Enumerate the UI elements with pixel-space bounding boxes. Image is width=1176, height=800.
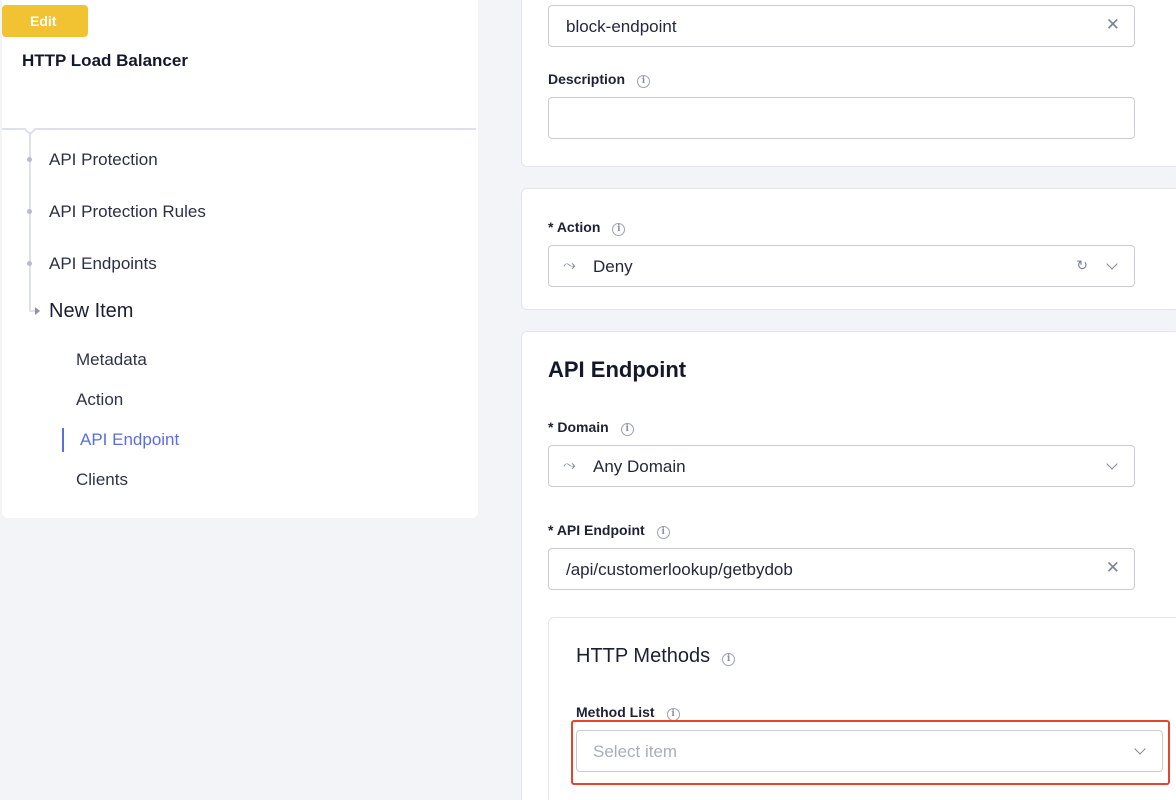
nav-bullet (27, 209, 32, 214)
api-endpoint-label: * API Endpoint i (548, 522, 670, 539)
name-field-value: block-endpoint (566, 17, 677, 36)
info-icon[interactable]: i (620, 423, 634, 436)
action-select-value: Deny (593, 257, 633, 276)
action-select[interactable]: ⤳ Deny ↻ (548, 245, 1135, 287)
edit-badge: Edit (2, 5, 88, 37)
domain-select-value: Any Domain (593, 457, 686, 476)
refresh-icon[interactable]: ↻ (1076, 257, 1088, 274)
header-divider (2, 128, 476, 130)
info-icon[interactable]: i (656, 526, 670, 539)
route-icon: ⤳ (563, 257, 576, 274)
info-icon[interactable]: i (637, 75, 651, 88)
nav-bullet (27, 157, 32, 162)
page-title: HTTP Load Balancer (22, 51, 188, 70)
api-endpoint-label-text: * API Endpoint (548, 522, 645, 538)
chevron-down-icon[interactable] (1106, 258, 1118, 270)
domain-label-text: * Domain (548, 419, 609, 435)
subnav-item-metadata[interactable]: Metadata (76, 350, 147, 370)
action-label: * Action i (548, 219, 626, 236)
highlight-box (571, 720, 1170, 785)
description-label-text: Description (548, 71, 626, 87)
nav-item-api-endpoints[interactable]: API Endpoints (49, 254, 157, 274)
nav-item-api-protection[interactable]: API Protection (49, 150, 158, 170)
api-endpoint-field-value: /api/customerlookup/getbydob (566, 560, 793, 579)
domain-select[interactable]: ⤳ Any Domain (548, 445, 1135, 487)
nav-item-new-item[interactable]: New Item (49, 300, 133, 323)
active-indicator (62, 428, 64, 452)
nav-caret-right-icon (35, 307, 40, 315)
subnav-item-api-endpoint[interactable]: API Endpoint (80, 430, 179, 450)
description-label: Description i (548, 71, 651, 88)
name-field[interactable]: block-endpoint ✕ (548, 5, 1135, 47)
action-label-text: * Action (548, 219, 601, 235)
route-icon: ⤳ (563, 457, 576, 474)
http-methods-title-text: HTTP Methods (576, 645, 711, 667)
subnav-item-clients[interactable]: Clients (76, 470, 128, 490)
description-field[interactable] (548, 97, 1135, 139)
close-icon[interactable]: ✕ (1106, 15, 1120, 35)
subnav-item-action[interactable]: Action (76, 390, 123, 410)
api-endpoint-field[interactable]: /api/customerlookup/getbydob ✕ (548, 548, 1135, 590)
info-icon[interactable]: i (612, 223, 626, 236)
http-methods-title: HTTP Methods i (576, 645, 736, 668)
close-icon[interactable]: ✕ (1106, 558, 1120, 578)
api-endpoint-section-title: API Endpoint (548, 357, 687, 382)
nav-item-api-protection-rules[interactable]: API Protection Rules (49, 202, 206, 222)
nav-bullet (27, 261, 32, 266)
method-list-label: Method List i (576, 704, 680, 721)
chevron-down-icon[interactable] (1106, 458, 1118, 470)
domain-label: * Domain i (548, 419, 634, 436)
method-list-label-text: Method List (576, 704, 655, 720)
info-icon[interactable]: i (722, 653, 736, 666)
